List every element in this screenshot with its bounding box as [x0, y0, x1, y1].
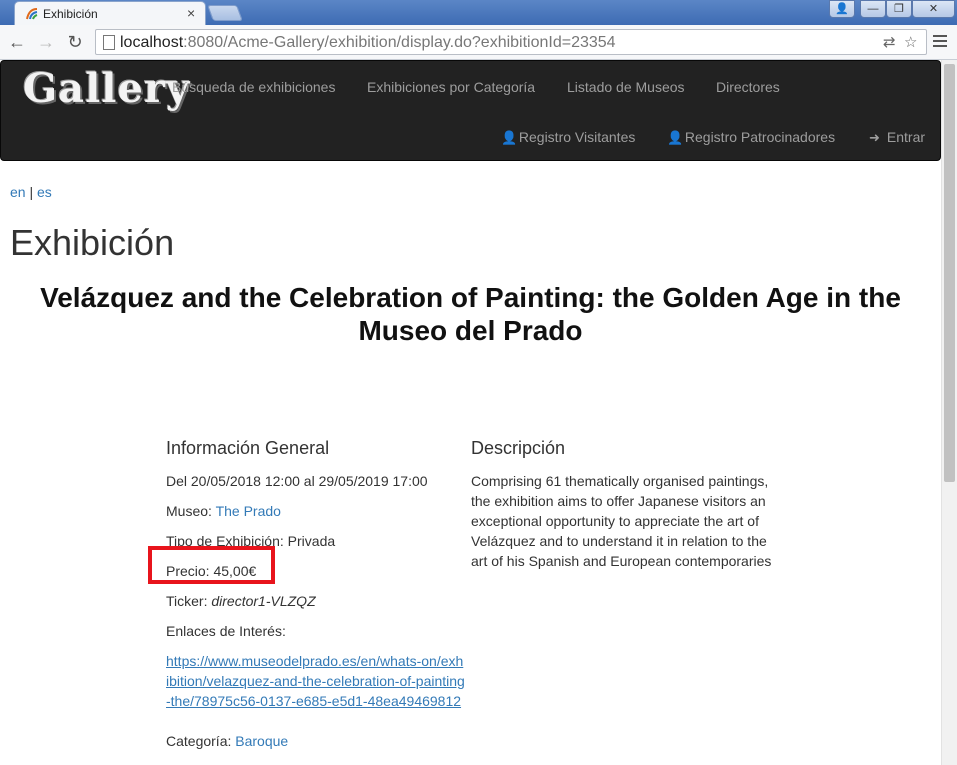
nav-search-exhibitions[interactable]: Búsqueda de exhibiciones: [172, 79, 335, 95]
gallery-logo[interactable]: Gallery: [23, 65, 190, 112]
back-arrow-icon[interactable]: ←: [6, 31, 28, 53]
gallery-favicon-icon: [26, 8, 38, 20]
nav-museums-list[interactable]: Listado de Museos: [567, 79, 685, 95]
museum-link[interactable]: The Prado: [216, 503, 281, 519]
tab-title: Exhibición: [43, 7, 98, 21]
nav-login[interactable]: ➜ Entrar: [869, 129, 925, 146]
links-label: Enlaces de Interés:: [166, 623, 286, 639]
user-icon: 👤: [835, 3, 849, 15]
new-tab-button[interactable]: [207, 5, 243, 21]
interest-link[interactable]: https://www.museodelprado.es/en/whats-on…: [166, 653, 465, 709]
translate-icon[interactable]: ⇄: [883, 34, 896, 51]
description-text: Comprising 61 thematically organised pai…: [471, 473, 772, 569]
bookmark-star-icon[interactable]: ☆: [904, 34, 917, 51]
page-viewport: Gallery Búsqueda de exhibiciones Exhibic…: [0, 60, 941, 765]
description-section: Descripción Comprising 61 thematically o…: [471, 438, 781, 571]
nav-register-sponsors[interactable]: 👤 Registro Patrocinadores: [667, 129, 835, 146]
language-switcher: en | es: [10, 184, 52, 200]
exhibition-dates: Del 20/05/2018 12:00 al 29/05/2019 17:00: [166, 473, 428, 489]
exhibition-title: Velázquez and the Celebration of Paintin…: [40, 282, 901, 346]
minimize-button[interactable]: —: [860, 0, 886, 18]
browser-titlebar: Exhibición × 👤 — ❐ ✕: [0, 0, 957, 25]
login-icon: ➜: [869, 130, 880, 145]
scrollbar-thumb[interactable]: [944, 64, 955, 482]
user-icon: 👤: [667, 130, 684, 145]
maximize-icon: ❐: [894, 3, 904, 15]
ticker-row: Ticker: director1-VLZQZ: [166, 593, 316, 609]
lang-separator: |: [29, 184, 34, 200]
tab-close-icon[interactable]: ×: [187, 5, 195, 21]
page-icon: [103, 35, 115, 50]
page-scrollbar[interactable]: [941, 60, 957, 765]
forward-arrow-icon[interactable]: →: [35, 31, 57, 53]
ticker-value: director1-VLZQZ: [211, 593, 316, 609]
close-window-button[interactable]: ✕: [912, 0, 955, 18]
browser-menu-icon[interactable]: [933, 32, 947, 50]
url-text: localhost:8080/Acme-Gallery/exhibition/d…: [120, 34, 616, 51]
browser-toolbar: ← → ↻ localhost:8080/Acme-Gallery/exhibi…: [0, 25, 957, 60]
lang-es-link[interactable]: es: [37, 184, 52, 200]
user-profile-button[interactable]: 👤: [829, 0, 855, 18]
price-highlight-box: [148, 546, 275, 584]
general-info-section: Información General Del 20/05/2018 12:00…: [166, 438, 466, 761]
reload-icon[interactable]: ↻: [64, 31, 86, 53]
maximize-button[interactable]: ❐: [886, 0, 912, 18]
page-title: Exhibición: [10, 222, 175, 263]
category-row: Categoría: Baroque: [166, 733, 289, 749]
nav-exhibitions-by-category[interactable]: Exhibiciones por Categoría: [367, 79, 535, 95]
general-info-heading: Información General: [166, 438, 330, 458]
description-heading: Descripción: [471, 438, 566, 458]
close-icon: ✕: [928, 3, 939, 15]
interest-link-row: https://www.museodelprado.es/en/whats-on…: [166, 651, 466, 711]
minimize-icon: —: [867, 3, 879, 15]
nav-register-visitors[interactable]: 👤 Registro Visitantes: [501, 129, 635, 146]
lang-en-link[interactable]: en: [10, 184, 26, 200]
user-icon: 👤: [501, 130, 518, 145]
address-bar[interactable]: localhost:8080/Acme-Gallery/exhibition/d…: [95, 29, 927, 55]
category-link[interactable]: Baroque: [235, 733, 288, 749]
site-navbar: Gallery Búsqueda de exhibiciones Exhibic…: [0, 60, 941, 161]
museum-row: Museo: The Prado: [166, 503, 281, 519]
nav-directors[interactable]: Directores: [716, 79, 780, 95]
browser-tab[interactable]: Exhibición ×: [14, 1, 206, 25]
